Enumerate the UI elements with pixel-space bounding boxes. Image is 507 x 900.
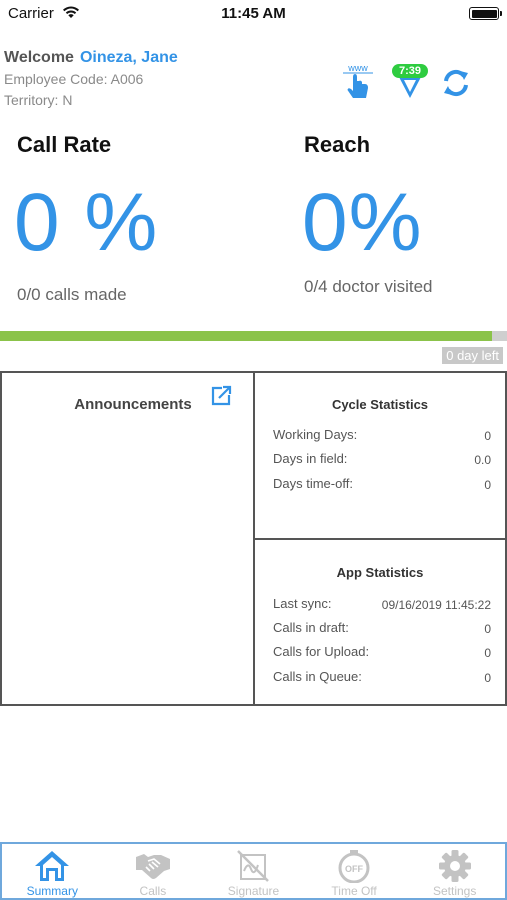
calls-for-upload-value: 0 <box>484 646 491 660</box>
calls-made: 0/0 calls made <box>17 285 127 304</box>
tab-time-off[interactable]: OFF Time Off <box>304 844 405 898</box>
last-sync-value: 09/16/2019 11:45:22 <box>381 598 491 612</box>
welcome-line: Welcome Oineza, Jane <box>4 49 178 67</box>
tab-time-off-label: Time Off <box>331 884 377 898</box>
working-days-label: Working Days: <box>273 427 358 442</box>
working-days-value: 0 <box>484 429 491 443</box>
handshake-icon <box>135 854 170 879</box>
signature-icon <box>237 850 270 882</box>
announcements-panel: Announcements <box>0 371 256 706</box>
home-icon <box>35 851 70 881</box>
svg-text:OFF: OFF <box>345 864 363 874</box>
sync-icon[interactable] <box>441 68 471 98</box>
cycle-statistics-title: Cycle Statistics <box>331 397 429 412</box>
calls-in-queue-label: Calls in Queue: <box>273 669 362 684</box>
call-rate-title: Call Rate <box>17 132 112 157</box>
www-hand-icon[interactable]: www <box>340 62 376 100</box>
tab-settings[interactable]: Settings <box>404 844 505 898</box>
calls-in-draft-value: 0 <box>484 622 491 636</box>
employee-code: Employee Code: A006 <box>4 71 144 87</box>
doctors-visited: 0/4 doctor visited <box>304 277 433 296</box>
last-sync-label: Last sync: <box>273 596 332 611</box>
gear-icon <box>438 850 471 882</box>
days-left-badge: 0 day left <box>442 347 503 364</box>
user-name: Oineza, Jane <box>79 49 178 66</box>
clock: 11:45 AM <box>221 5 286 22</box>
tab-calls[interactable]: Calls <box>103 844 204 898</box>
open-external-icon[interactable] <box>210 385 232 407</box>
time-off-icon: OFF <box>338 850 370 883</box>
app-statistics-title: App Statistics <box>336 565 424 580</box>
tab-summary-label: Summary <box>26 884 78 898</box>
reach-title: Reach <box>304 132 371 157</box>
territory: Territory: N <box>4 92 73 108</box>
tab-bar: Summary Calls Signature OFF Time Off Set… <box>0 842 507 900</box>
days-in-field-value: 0.0 <box>474 453 491 467</box>
announcements-title: Announcements <box>74 396 192 413</box>
calls-in-queue-value: 0 <box>484 671 491 685</box>
www-label: www <box>347 63 368 73</box>
timer-location-icon[interactable]: 7:39 <box>392 64 428 100</box>
app-statistics-panel: App Statistics Last sync: 09/16/2019 11:… <box>253 538 507 706</box>
reach-value: 0% <box>302 177 423 268</box>
cycle-statistics-panel: Cycle Statistics Working Days: 0 Days in… <box>253 371 507 541</box>
tab-calls-label: Calls <box>139 884 167 898</box>
tab-settings-label: Settings <box>432 884 477 898</box>
calls-for-upload-label: Calls for Upload: <box>273 644 370 659</box>
days-time-off-label: Days time-off: <box>273 476 353 491</box>
calls-in-draft-label: Calls in draft: <box>273 620 349 635</box>
call-rate-value: 0 % <box>14 177 159 268</box>
battery-icon <box>469 7 502 20</box>
cycle-progress-bar <box>0 331 507 341</box>
tab-summary[interactable]: Summary <box>2 844 103 898</box>
progress-fill <box>0 331 492 341</box>
days-in-field-label: Days in field: <box>273 451 348 466</box>
days-time-off-value: 0 <box>484 478 491 492</box>
welcome-label: Welcome <box>4 49 74 66</box>
tab-signature[interactable]: Signature <box>203 844 304 898</box>
tab-signature-label: Signature <box>227 884 280 898</box>
timer-badge: 7:39 <box>392 64 428 78</box>
